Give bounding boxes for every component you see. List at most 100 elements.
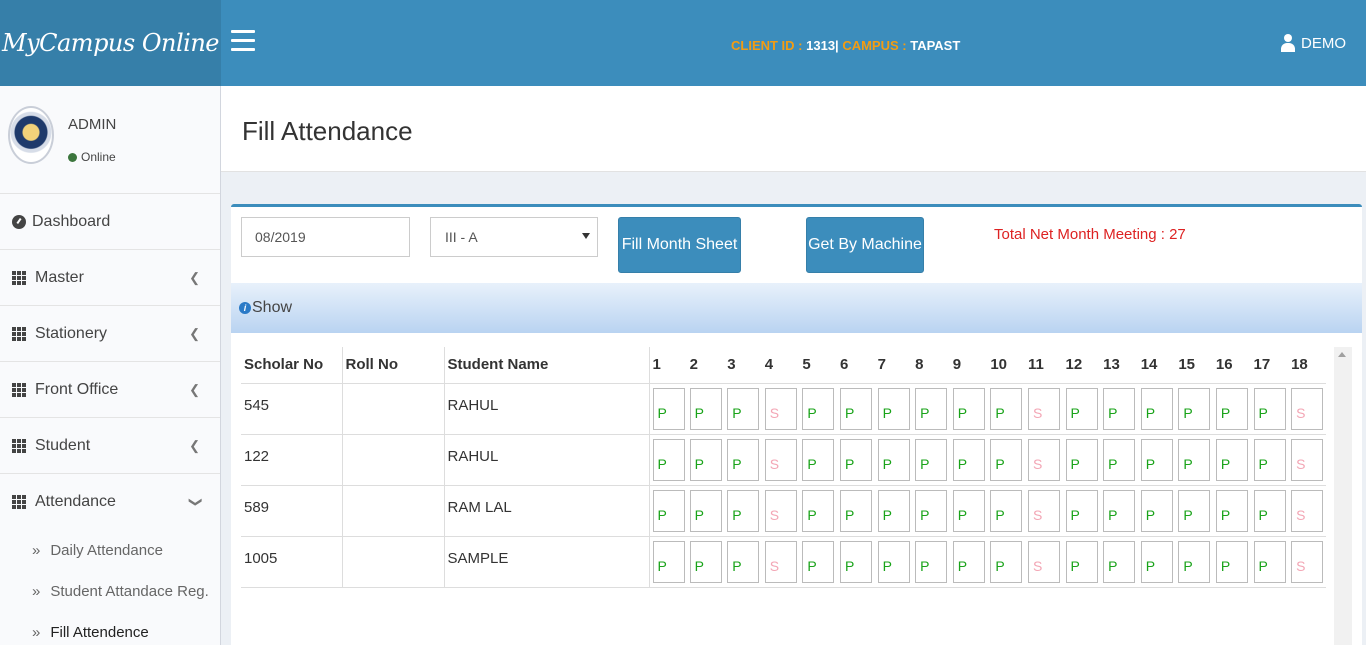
attendance-input[interactable]: P bbox=[839, 489, 872, 532]
attendance-input[interactable]: P bbox=[689, 489, 722, 532]
attendance-input[interactable]: S bbox=[1291, 540, 1324, 583]
attendance-input[interactable]: P bbox=[952, 540, 985, 583]
attendance-input[interactable]: P bbox=[1178, 438, 1211, 481]
attendance-input[interactable]: P bbox=[877, 438, 910, 481]
attendance-input[interactable]: P bbox=[1065, 489, 1098, 532]
day-cell: P bbox=[1062, 536, 1101, 588]
attendance-input[interactable]: P bbox=[802, 489, 835, 532]
attendance-input[interactable]: P bbox=[1178, 387, 1211, 430]
attendance-input[interactable]: P bbox=[652, 387, 685, 430]
attendance-input[interactable]: P bbox=[915, 489, 948, 532]
sidebar-subitem-fill-attendence[interactable]: » Fill Attendence bbox=[0, 612, 220, 645]
attendance-input[interactable]: P bbox=[1253, 387, 1286, 430]
scroll-up-arrow-icon[interactable] bbox=[1338, 352, 1346, 357]
attendance-input[interactable]: P bbox=[689, 540, 722, 583]
attendance-input[interactable]: P bbox=[1103, 489, 1136, 532]
attendance-input[interactable]: S bbox=[764, 387, 797, 430]
attendance-input[interactable]: P bbox=[1140, 387, 1173, 430]
attendance-input[interactable]: S bbox=[764, 540, 797, 583]
sidebar-subitem-student-attendance-reg[interactable]: » Student Attandace Reg. bbox=[0, 571, 220, 612]
app-logo[interactable]: MyCampus Online bbox=[2, 29, 219, 57]
attendance-input[interactable]: P bbox=[877, 489, 910, 532]
attendance-input[interactable]: P bbox=[1253, 489, 1286, 532]
class-select[interactable]: III - A bbox=[430, 217, 598, 257]
attendance-input[interactable]: P bbox=[839, 540, 872, 583]
attendance-input[interactable]: S bbox=[1027, 438, 1060, 481]
attendance-input[interactable]: P bbox=[1065, 540, 1098, 583]
attendance-input[interactable]: P bbox=[689, 438, 722, 481]
attendance-input[interactable]: P bbox=[1065, 438, 1098, 481]
attendance-table-container[interactable]: Scholar No Roll No Student Name 12345678… bbox=[241, 347, 1344, 645]
avatar bbox=[8, 106, 54, 164]
user-menu[interactable]: DEMO bbox=[1281, 34, 1346, 52]
attendance-input[interactable]: P bbox=[990, 489, 1023, 532]
attendance-input[interactable]: P bbox=[1215, 489, 1248, 532]
day-cell: P bbox=[1100, 536, 1138, 588]
attendance-input[interactable]: P bbox=[1215, 438, 1248, 481]
attendance-input[interactable]: P bbox=[1103, 438, 1136, 481]
attendance-input[interactable]: P bbox=[1253, 540, 1286, 583]
sidebar-item-attendance[interactable]: Attendance ❮ bbox=[0, 474, 220, 530]
attendance-input[interactable]: P bbox=[1215, 387, 1248, 430]
hamburger-menu-icon[interactable] bbox=[231, 30, 255, 52]
attendance-input[interactable]: P bbox=[1140, 540, 1173, 583]
attendance-input[interactable]: S bbox=[1027, 489, 1060, 532]
attendance-input[interactable]: P bbox=[1103, 387, 1136, 430]
sidebar-subitem-daily-attendance[interactable]: » Daily Attendance bbox=[0, 530, 220, 571]
attendance-input[interactable]: P bbox=[727, 387, 760, 430]
attendance-input[interactable]: P bbox=[990, 540, 1023, 583]
sidebar-item-master[interactable]: Master ❮ bbox=[0, 250, 220, 306]
attendance-input[interactable]: P bbox=[727, 489, 760, 532]
attendance-input[interactable]: P bbox=[839, 438, 872, 481]
attendance-input[interactable]: P bbox=[652, 438, 685, 481]
attendance-input[interactable]: P bbox=[952, 489, 985, 532]
attendance-input[interactable]: P bbox=[915, 540, 948, 583]
attendance-input[interactable]: P bbox=[839, 387, 872, 430]
logo-bar[interactable]: MyCampus Online bbox=[0, 0, 221, 86]
day-cell: S bbox=[761, 434, 800, 486]
attendance-input[interactable]: P bbox=[689, 387, 722, 430]
attendance-input[interactable]: S bbox=[1291, 438, 1324, 481]
attendance-input[interactable]: P bbox=[1178, 489, 1211, 532]
vertical-scrollbar[interactable] bbox=[1334, 347, 1352, 645]
attendance-input[interactable]: P bbox=[727, 438, 760, 481]
get-by-machine-button[interactable]: Get By Machine bbox=[806, 217, 924, 273]
month-input[interactable] bbox=[241, 217, 410, 257]
attendance-input[interactable]: P bbox=[802, 438, 835, 481]
attendance-input[interactable]: P bbox=[1215, 540, 1248, 583]
attendance-input[interactable]: S bbox=[764, 438, 797, 481]
attendance-input[interactable]: P bbox=[877, 540, 910, 583]
sidebar-item-front-office[interactable]: Front Office ❮ bbox=[0, 362, 220, 418]
attendance-input[interactable]: P bbox=[1178, 540, 1211, 583]
attendance-input[interactable]: P bbox=[1065, 387, 1098, 430]
attendance-input[interactable]: P bbox=[952, 387, 985, 430]
attendance-input[interactable]: S bbox=[1027, 540, 1060, 583]
attendance-input[interactable]: P bbox=[1253, 438, 1286, 481]
fill-month-sheet-button[interactable]: Fill Month Sheet bbox=[618, 217, 741, 273]
attendance-input[interactable]: P bbox=[915, 387, 948, 430]
day-cell: P bbox=[1175, 536, 1213, 588]
attendance-input[interactable]: S bbox=[764, 489, 797, 532]
attendance-input[interactable]: P bbox=[652, 489, 685, 532]
attendance-input[interactable]: P bbox=[1140, 489, 1173, 532]
attendance-input[interactable]: S bbox=[1291, 387, 1324, 430]
attendance-input[interactable]: S bbox=[1027, 387, 1060, 430]
sidebar-item-student[interactable]: Student ❮ bbox=[0, 418, 220, 474]
attendance-input[interactable]: P bbox=[990, 438, 1023, 481]
attendance-input[interactable]: P bbox=[877, 387, 910, 430]
sidebar-item-dashboard[interactable]: Dashboard bbox=[0, 194, 220, 250]
sidebar-item-stationery[interactable]: Stationery ❮ bbox=[0, 306, 220, 362]
attendance-input[interactable]: P bbox=[1103, 540, 1136, 583]
attendance-input[interactable]: P bbox=[952, 438, 985, 481]
content-area: Fill Attendance III - A Fill Month Sheet… bbox=[221, 86, 1366, 645]
attendance-input[interactable]: P bbox=[915, 438, 948, 481]
attendance-input[interactable]: P bbox=[802, 540, 835, 583]
attendance-input[interactable]: P bbox=[990, 387, 1023, 430]
day-cell: S bbox=[761, 536, 800, 588]
attendance-input[interactable]: P bbox=[1140, 438, 1173, 481]
attendance-input[interactable]: P bbox=[652, 540, 685, 583]
attendance-input[interactable]: P bbox=[727, 540, 760, 583]
attendance-input[interactable]: P bbox=[802, 387, 835, 430]
attendance-input[interactable]: S bbox=[1291, 489, 1324, 532]
show-toggle-bar[interactable]: i Show bbox=[231, 283, 1362, 333]
